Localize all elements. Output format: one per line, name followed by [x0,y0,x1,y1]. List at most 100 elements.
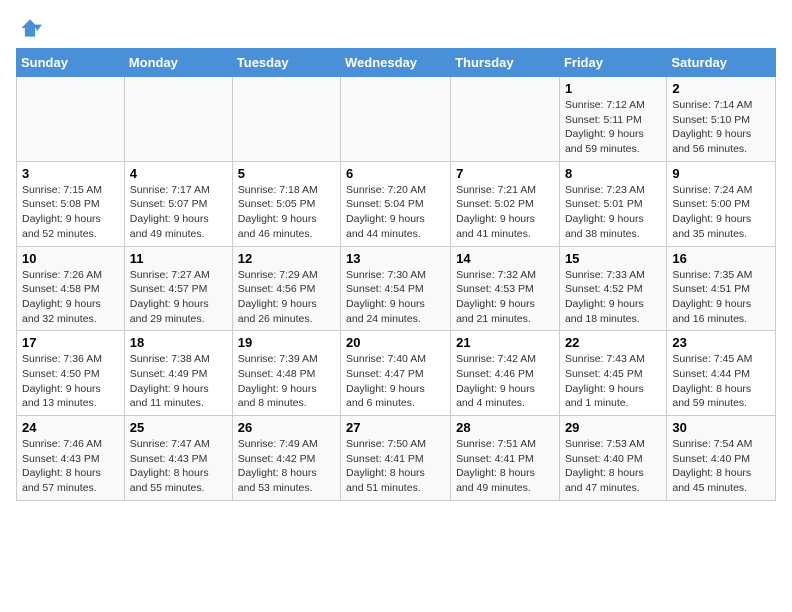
calendar-cell: 29 Sunrise: 7:53 AM Sunset: 4:40 PM Dayli… [559,416,666,501]
cell-content: Sunrise: 7:12 AM Sunset: 5:11 PM Dayligh… [565,98,661,157]
logo [16,16,42,40]
calendar-cell: 6 Sunrise: 7:20 AM Sunset: 5:04 PM Daylig… [341,161,451,246]
calendar-cell: 26 Sunrise: 7:49 AM Sunset: 4:42 PM Dayli… [232,416,340,501]
day-number: 2 [672,81,770,96]
calendar-cell: 1 Sunrise: 7:12 AM Sunset: 5:11 PM Daylig… [559,77,666,162]
cell-content: Sunrise: 7:36 AM Sunset: 4:50 PM Dayligh… [22,352,119,411]
cell-content: Sunrise: 7:35 AM Sunset: 4:51 PM Dayligh… [672,268,770,327]
calendar-cell: 30 Sunrise: 7:54 AM Sunset: 4:40 PM Dayli… [667,416,776,501]
cell-content: Sunrise: 7:51 AM Sunset: 4:41 PM Dayligh… [456,437,554,496]
cell-content: Sunrise: 7:38 AM Sunset: 4:49 PM Dayligh… [130,352,227,411]
day-number: 11 [130,251,227,266]
calendar-cell: 22Sunrise: 7:43 AM Sunset: 4:45 PM Dayli… [559,331,666,416]
calendar-cell: 18Sunrise: 7:38 AM Sunset: 4:49 PM Dayli… [124,331,232,416]
calendar-cell [124,77,232,162]
calendar-cell: 12Sunrise: 7:29 AM Sunset: 4:56 PM Dayli… [232,246,340,331]
calendar-cell: 2 Sunrise: 7:14 AM Sunset: 5:10 PM Daylig… [667,77,776,162]
calendar-cell: 19Sunrise: 7:39 AM Sunset: 4:48 PM Dayli… [232,331,340,416]
calendar-cell: 17 Sunrise: 7:36 AM Sunset: 4:50 PM Dayli… [17,331,125,416]
calendar-cell: 11 Sunrise: 7:27 AM Sunset: 4:57 PM Dayli… [124,246,232,331]
day-number: 30 [672,420,770,435]
cell-content: Sunrise: 7:23 AM Sunset: 5:01 PM Dayligh… [565,183,661,242]
day-number: 4 [130,166,227,181]
day-number: 21 [456,335,554,350]
calendar-week-4: 17 Sunrise: 7:36 AM Sunset: 4:50 PM Dayli… [17,331,776,416]
cell-content: Sunrise: 7:50 AM Sunset: 4:41 PM Dayligh… [346,437,445,496]
cell-content: Sunrise: 7:18 AM Sunset: 5:05 PM Dayligh… [238,183,335,242]
day-number: 5 [238,166,335,181]
day-header-saturday: Saturday [667,49,776,77]
day-number: 29 [565,420,661,435]
day-number: 19 [238,335,335,350]
calendar-cell: 21 Sunrise: 7:42 AM Sunset: 4:46 PM Dayli… [451,331,560,416]
cell-content: Sunrise: 7:53 AM Sunset: 4:40 PM Dayligh… [565,437,661,496]
cell-content: Sunrise: 7:49 AM Sunset: 4:42 PM Dayligh… [238,437,335,496]
calendar-cell: 24 Sunrise: 7:46 AM Sunset: 4:43 PM Dayli… [17,416,125,501]
day-number: 10 [22,251,119,266]
day-number: 12 [238,251,335,266]
day-number: 3 [22,166,119,181]
cell-content: Sunrise: 7:14 AM Sunset: 5:10 PM Dayligh… [672,98,770,157]
header [16,16,776,40]
calendar-cell: 14 Sunrise: 7:32 AM Sunset: 4:53 PM Dayli… [451,246,560,331]
day-header-friday: Friday [559,49,666,77]
day-number: 8 [565,166,661,181]
day-header-tuesday: Tuesday [232,49,340,77]
cell-content: Sunrise: 7:45 AM Sunset: 4:44 PM Dayligh… [672,352,770,411]
day-number: 1 [565,81,661,96]
cell-content: Sunrise: 7:17 AM Sunset: 5:07 PM Dayligh… [130,183,227,242]
day-number: 24 [22,420,119,435]
calendar-cell [232,77,340,162]
calendar-week-2: 3 Sunrise: 7:15 AM Sunset: 5:08 PM Daylig… [17,161,776,246]
day-number: 6 [346,166,445,181]
day-number: 15 [565,251,661,266]
day-number: 26 [238,420,335,435]
cell-content: Sunrise: 7:47 AM Sunset: 4:43 PM Dayligh… [130,437,227,496]
day-header-monday: Monday [124,49,232,77]
day-number: 7 [456,166,554,181]
day-header-sunday: Sunday [17,49,125,77]
calendar-body: 1 Sunrise: 7:12 AM Sunset: 5:11 PM Daylig… [17,77,776,501]
calendar-cell: 3 Sunrise: 7:15 AM Sunset: 5:08 PM Daylig… [17,161,125,246]
cell-content: Sunrise: 7:20 AM Sunset: 5:04 PM Dayligh… [346,183,445,242]
day-number: 23 [672,335,770,350]
day-number: 22 [565,335,661,350]
day-number: 14 [456,251,554,266]
cell-content: Sunrise: 7:32 AM Sunset: 4:53 PM Dayligh… [456,268,554,327]
calendar-table: SundayMondayTuesdayWednesdayThursdayFrid… [16,48,776,501]
day-number: 13 [346,251,445,266]
calendar-cell: 23 Sunrise: 7:45 AM Sunset: 4:44 PM Dayli… [667,331,776,416]
cell-content: Sunrise: 7:42 AM Sunset: 4:46 PM Dayligh… [456,352,554,411]
day-number: 20 [346,335,445,350]
calendar-cell: 7 Sunrise: 7:21 AM Sunset: 5:02 PM Daylig… [451,161,560,246]
calendar-week-1: 1 Sunrise: 7:12 AM Sunset: 5:11 PM Daylig… [17,77,776,162]
day-number: 16 [672,251,770,266]
cell-content: Sunrise: 7:15 AM Sunset: 5:08 PM Dayligh… [22,183,119,242]
calendar-cell: 9 Sunrise: 7:24 AM Sunset: 5:00 PM Daylig… [667,161,776,246]
calendar-cell: 10 Sunrise: 7:26 AM Sunset: 4:58 PM Dayli… [17,246,125,331]
day-number: 27 [346,420,445,435]
cell-content: Sunrise: 7:30 AM Sunset: 4:54 PM Dayligh… [346,268,445,327]
cell-content: Sunrise: 7:26 AM Sunset: 4:58 PM Dayligh… [22,268,119,327]
cell-content: Sunrise: 7:24 AM Sunset: 5:00 PM Dayligh… [672,183,770,242]
cell-content: Sunrise: 7:21 AM Sunset: 5:02 PM Dayligh… [456,183,554,242]
calendar-week-3: 10 Sunrise: 7:26 AM Sunset: 4:58 PM Dayli… [17,246,776,331]
cell-content: Sunrise: 7:46 AM Sunset: 4:43 PM Dayligh… [22,437,119,496]
calendar-cell: 15 Sunrise: 7:33 AM Sunset: 4:52 PM Dayli… [559,246,666,331]
day-number: 17 [22,335,119,350]
cell-content: Sunrise: 7:40 AM Sunset: 4:47 PM Dayligh… [346,352,445,411]
day-number: 28 [456,420,554,435]
day-header-thursday: Thursday [451,49,560,77]
day-header-wednesday: Wednesday [341,49,451,77]
cell-content: Sunrise: 7:54 AM Sunset: 4:40 PM Dayligh… [672,437,770,496]
calendar-cell [341,77,451,162]
calendar-cell: 8 Sunrise: 7:23 AM Sunset: 5:01 PM Daylig… [559,161,666,246]
day-number: 9 [672,166,770,181]
calendar-week-5: 24 Sunrise: 7:46 AM Sunset: 4:43 PM Dayli… [17,416,776,501]
calendar-cell: 25Sunrise: 7:47 AM Sunset: 4:43 PM Dayli… [124,416,232,501]
calendar-cell: 5 Sunrise: 7:18 AM Sunset: 5:05 PM Daylig… [232,161,340,246]
calendar-cell: 20 Sunrise: 7:40 AM Sunset: 4:47 PM Dayli… [341,331,451,416]
calendar-cell [451,77,560,162]
cell-content: Sunrise: 7:33 AM Sunset: 4:52 PM Dayligh… [565,268,661,327]
cell-content: Sunrise: 7:27 AM Sunset: 4:57 PM Dayligh… [130,268,227,327]
